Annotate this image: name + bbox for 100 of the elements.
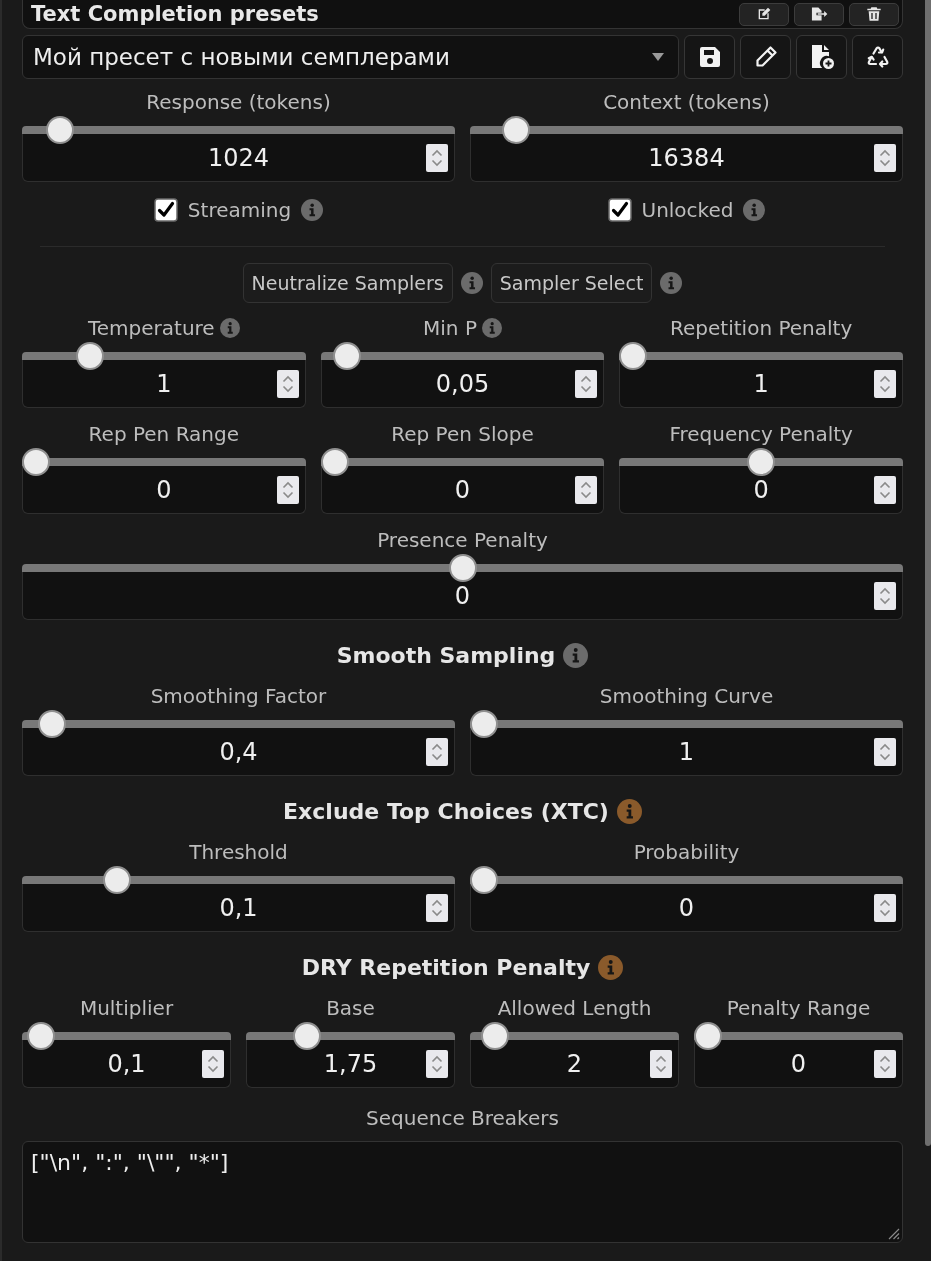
- info-icon[interactable]: [481, 318, 502, 338]
- slider-thumb[interactable]: [694, 1022, 722, 1050]
- slider-track[interactable]: [22, 866, 455, 894]
- info-icon[interactable]: [301, 199, 324, 221]
- spin-button[interactable]: [575, 475, 598, 504]
- info-icon[interactable]: [598, 954, 624, 980]
- export-button[interactable]: [794, 2, 844, 26]
- slider-thumb[interactable]: [619, 342, 648, 370]
- spin-button[interactable]: [874, 369, 896, 398]
- number-field[interactable]: 0: [320, 466, 605, 514]
- slider-track[interactable]: [22, 116, 455, 144]
- field-label: Sequence Breakers: [366, 1106, 559, 1130]
- slider-track[interactable]: [694, 1022, 903, 1050]
- spin-button[interactable]: [426, 143, 448, 172]
- slider-track[interactable]: [470, 710, 903, 738]
- recycle-button[interactable]: [852, 35, 903, 79]
- slider-thumb[interactable]: [502, 116, 531, 144]
- slider-thumb[interactable]: [470, 710, 498, 738]
- spin-button[interactable]: [874, 893, 896, 922]
- number-field[interactable]: 1: [619, 360, 903, 408]
- spin-button[interactable]: [276, 475, 299, 504]
- checkbox[interactable]: [607, 198, 632, 222]
- slider-thumb[interactable]: [320, 448, 349, 476]
- info-icon[interactable]: [660, 272, 683, 294]
- spin-button[interactable]: [874, 143, 896, 172]
- slider-thumb[interactable]: [22, 448, 50, 476]
- number-field[interactable]: 1: [470, 728, 903, 776]
- info-icon[interactable]: [743, 199, 766, 221]
- slider-thumb[interactable]: [38, 710, 67, 738]
- trash-icon: [866, 6, 882, 22]
- scrollbar-thumb[interactable]: [925, 0, 931, 1146]
- slider-thumb[interactable]: [75, 342, 104, 370]
- slider-track[interactable]: [246, 1022, 455, 1050]
- slider-track[interactable]: [320, 342, 605, 370]
- slider-thumb[interactable]: [333, 342, 362, 370]
- slider-thumb[interactable]: [480, 1022, 509, 1050]
- number-field[interactable]: 0: [22, 572, 903, 620]
- preset-dropdown[interactable]: Мой пресет с новыми семплерами: [22, 35, 679, 79]
- number-field[interactable]: 1: [22, 360, 306, 408]
- slider-track[interactable]: [22, 554, 903, 582]
- edit-icon: [756, 6, 772, 22]
- slider-label: Temperature: [87, 316, 215, 340]
- sampler-button[interactable]: Sampler Select: [490, 263, 653, 303]
- spin-button[interactable]: [575, 369, 598, 398]
- spin-button[interactable]: [874, 737, 896, 766]
- info-icon[interactable]: [563, 642, 589, 668]
- spin-button[interactable]: [276, 369, 299, 398]
- number-field[interactable]: 1024: [22, 134, 455, 182]
- spin-button[interactable]: [426, 737, 448, 766]
- slider-track[interactable]: [22, 342, 306, 370]
- edit-button[interactable]: [740, 35, 791, 79]
- slider-thumb[interactable]: [470, 866, 498, 894]
- text-area-field[interactable]: ["\n", ":", "\"", "*"]: [22, 1141, 903, 1243]
- number-field[interactable]: 0: [694, 1040, 903, 1088]
- section-title: Exclude Top Choices (XTC): [283, 798, 609, 824]
- number-field[interactable]: 0: [470, 884, 903, 932]
- slider-track[interactable]: [22, 1022, 231, 1050]
- spin-button[interactable]: [650, 1049, 672, 1078]
- slider-track[interactable]: [22, 448, 306, 476]
- slider-thumb[interactable]: [27, 1022, 56, 1050]
- info-icon[interactable]: [616, 798, 642, 824]
- number-field[interactable]: 0,4: [22, 728, 455, 776]
- sampler-button[interactable]: Neutralize Samplers: [242, 263, 453, 303]
- spin-button[interactable]: [426, 1049, 448, 1078]
- slider-track[interactable]: [470, 1022, 679, 1050]
- number-field[interactable]: 1,75: [246, 1040, 455, 1088]
- save-button[interactable]: [684, 35, 735, 79]
- spin-button[interactable]: [874, 475, 896, 504]
- new-file-button[interactable]: [796, 35, 847, 79]
- spin-button[interactable]: [426, 893, 448, 922]
- resize-grip-icon[interactable]: [886, 1226, 900, 1240]
- slider-thumb[interactable]: [46, 116, 75, 144]
- info-icon[interactable]: [219, 318, 240, 338]
- slider-label: Rep Pen Range: [88, 422, 240, 446]
- slider-label: Base: [326, 996, 375, 1020]
- number-field[interactable]: 0,1: [22, 1040, 231, 1088]
- slider-track[interactable]: [22, 710, 455, 738]
- number-field[interactable]: 2: [470, 1040, 679, 1088]
- slider-thumb[interactable]: [293, 1022, 322, 1050]
- checkbox[interactable]: [153, 198, 178, 222]
- slider-thumb[interactable]: [103, 866, 131, 894]
- slider-track[interactable]: [470, 866, 903, 894]
- number-field[interactable]: 0,1: [22, 884, 455, 932]
- info-icon[interactable]: [460, 272, 483, 294]
- number-field[interactable]: 0,05: [320, 360, 605, 408]
- spin-button[interactable]: [874, 581, 896, 610]
- number-field[interactable]: 16384: [470, 134, 903, 182]
- slider-label: Smoothing Factor: [150, 684, 327, 708]
- slider-thumb[interactable]: [747, 448, 776, 476]
- spin-button[interactable]: [874, 1049, 896, 1078]
- edit-button[interactable]: [739, 2, 789, 26]
- slider-track[interactable]: [619, 342, 903, 370]
- slider-track[interactable]: [470, 116, 903, 144]
- spin-button[interactable]: [202, 1049, 224, 1078]
- delete-button[interactable]: [849, 2, 899, 26]
- number-field[interactable]: 0: [619, 466, 903, 514]
- number-field[interactable]: 0: [22, 466, 306, 514]
- slider-track[interactable]: [320, 448, 605, 476]
- slider-track[interactable]: [619, 448, 903, 476]
- slider-thumb[interactable]: [448, 554, 477, 582]
